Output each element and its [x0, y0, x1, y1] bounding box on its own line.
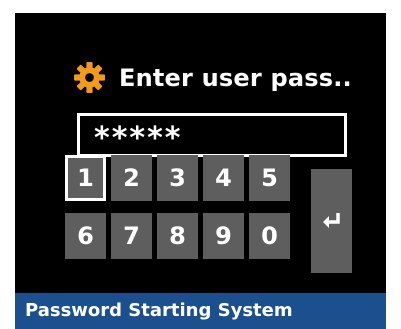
display-screen: Enter user pass.. ***** 12345 67890 [15, 13, 386, 293]
keypad-key-2[interactable]: 2 [111, 155, 152, 201]
keypad-key-9[interactable]: 9 [203, 213, 244, 259]
footer-bar: Password Starting System [15, 293, 386, 329]
footer-label: Password Starting System [25, 300, 293, 321]
title-row: Enter user pass.. [73, 61, 352, 94]
device-frame: Enter user pass.. ***** 12345 67890 Passw… [0, 0, 401, 329]
page-title: Enter user pass.. [119, 63, 352, 92]
keypad-key-7[interactable]: 7 [111, 213, 152, 259]
keypad-key-0[interactable]: 0 [249, 213, 290, 259]
keypad-key-3[interactable]: 3 [157, 155, 198, 201]
password-input[interactable]: ***** [77, 113, 347, 157]
password-masked-value: ***** [94, 121, 183, 156]
keypad-key-4[interactable]: 4 [203, 155, 244, 201]
enter-return-icon [322, 213, 340, 228]
keypad-key-1[interactable]: 1 [65, 155, 106, 201]
keypad-key-8[interactable]: 8 [157, 213, 198, 259]
keypad-key-5[interactable]: 5 [249, 155, 290, 201]
keypad-key-6[interactable]: 6 [65, 213, 106, 259]
gear-icon [74, 62, 105, 93]
enter-key[interactable] [311, 169, 352, 273]
